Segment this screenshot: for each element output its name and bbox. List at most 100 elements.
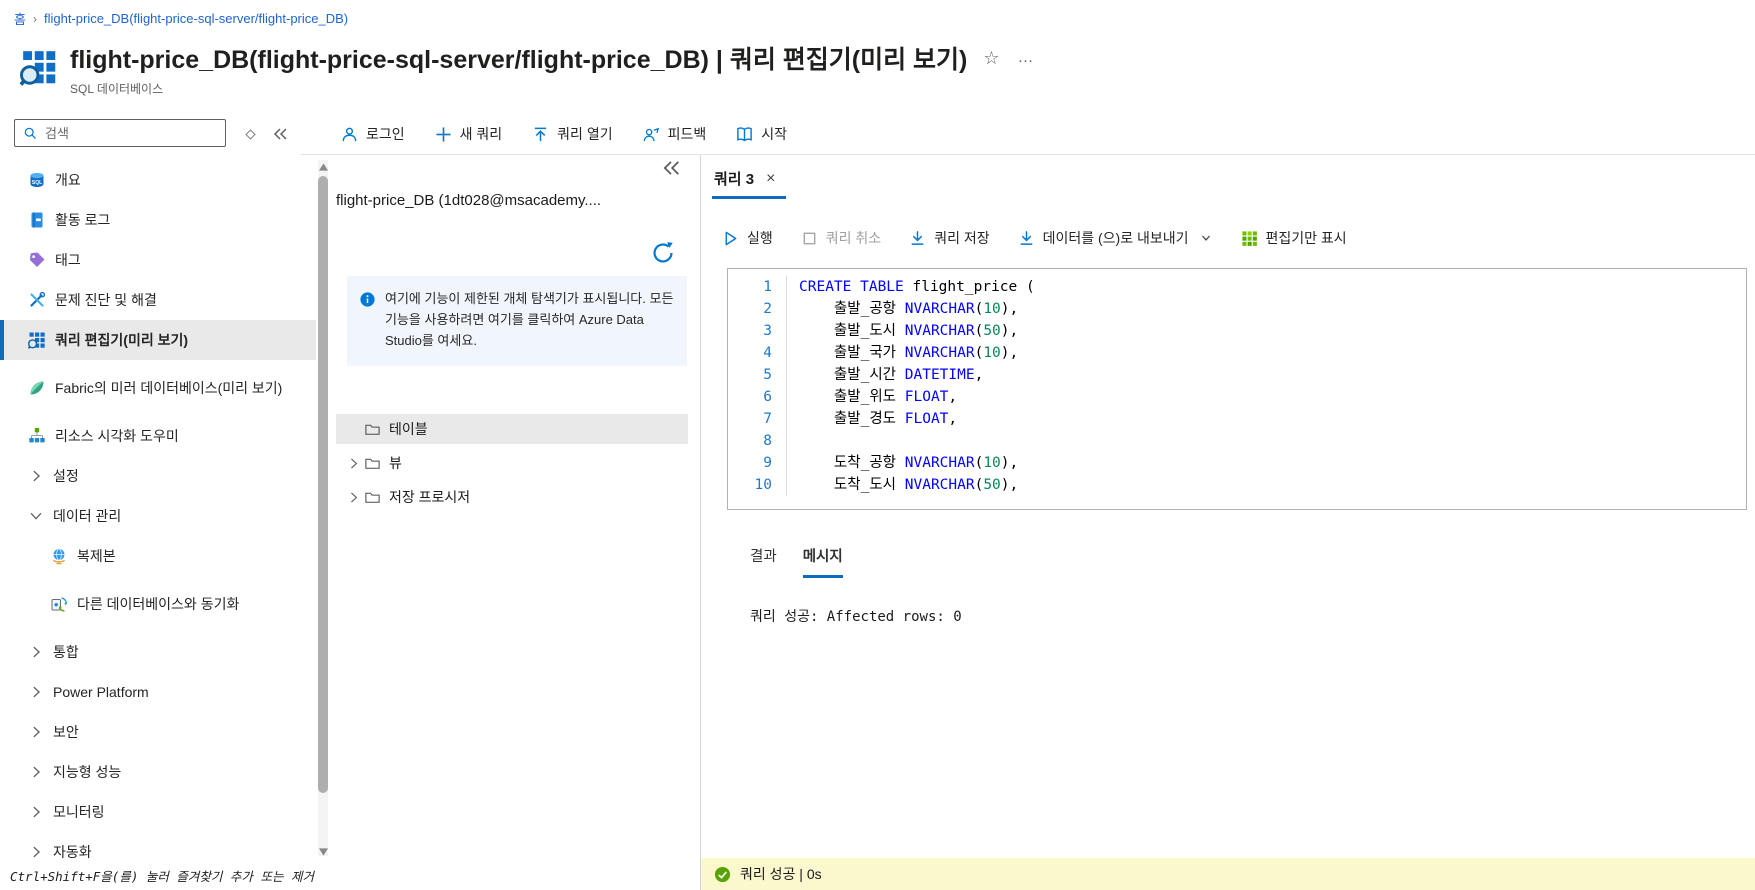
sidebar-item[interactable]: 데이터 관리 xyxy=(0,496,316,536)
sidebar-item-label: 보안 xyxy=(53,723,79,740)
sidebar-item[interactable]: 태그 xyxy=(0,240,316,280)
sidebar-item-query-editor[interactable]: 쿼리 편집기(미리 보기) xyxy=(0,320,316,360)
favorite-star-icon[interactable]: ☆ xyxy=(983,48,999,69)
chevron-right-icon xyxy=(28,468,44,484)
query-result-message: 쿼리 성공: Affected rows: 0 xyxy=(750,609,962,625)
code-line: 2 출발_공항 NVARCHAR(10), xyxy=(728,298,1746,320)
sidebar-item[interactable]: 통합 xyxy=(0,632,316,672)
breadcrumb-home-link[interactable]: 홈 xyxy=(14,9,26,28)
query-status-bar: 쿼리 성공 | 0s xyxy=(701,858,1755,890)
sql-query-editor-icon xyxy=(20,48,58,86)
chevron-right-icon xyxy=(346,456,361,471)
sql-code-editor[interactable]: 1 CREATE TABLE flight_price (2 출발_공항 NVAR… xyxy=(727,268,1747,510)
query-tab-label: 쿼리 3 xyxy=(714,171,755,188)
explorer-info-text: 여기에 기능이 제한된 개체 탐색기가 표시됩니다. 모든 기능을 사용하려면 … xyxy=(385,291,674,348)
tree-chevron-spacer xyxy=(346,422,361,437)
folder-icon xyxy=(364,421,381,438)
sidebar-item[interactable]: SQL 개요 xyxy=(0,160,316,200)
close-icon[interactable]: × xyxy=(766,170,775,188)
resource-visualizer-icon xyxy=(28,427,46,445)
chevron-right-icon xyxy=(346,490,361,505)
sidebar-item[interactable]: 다른 데이터베이스와 동기화 xyxy=(0,576,316,632)
save-query-button-label: 쿼리 저장 xyxy=(934,230,990,246)
line-number: 6 xyxy=(763,389,772,405)
tab-messages[interactable]: 메시지 xyxy=(802,545,843,578)
command-bar: 로그인 새 쿼리 쿼리 열기 피드백 시작 xyxy=(341,118,787,150)
code-content: 도착_도시 NVARCHAR(50), xyxy=(786,474,1746,496)
query-toolbar: 실행 쿼리 취소 쿼리 저장 데이터를 (으)로 내보내기 편집기만 표시 xyxy=(722,224,1347,252)
page-subtitle: SQL 데이터베이스 xyxy=(70,82,164,96)
resource-menu: SQL 개요활동 로그태그 문제 진단 및 해결 쿼리 편집기(미리 보기) Fabri… xyxy=(0,160,316,860)
page-title: flight-price_DB(flight-price-sql-server/… xyxy=(70,46,968,74)
feedback-icon xyxy=(643,126,660,143)
code-line: 9 도착_공항 NVARCHAR(10), xyxy=(728,452,1746,474)
sidebar-item[interactable]: 모니터링 xyxy=(0,792,316,832)
diamond-icon[interactable] xyxy=(243,127,258,142)
info-icon xyxy=(359,291,376,308)
scroll-up-icon[interactable] xyxy=(319,163,328,171)
sync-icon xyxy=(50,595,68,613)
sidebar-item[interactable]: 복제본 xyxy=(0,536,316,576)
line-number: 10 xyxy=(754,477,772,493)
sidebar-item[interactable]: Fabric의 미러 데이터베이스(미리 보기) xyxy=(0,360,316,416)
chevron-right-icon xyxy=(28,804,44,820)
sidebar-item-label: 활동 로그 xyxy=(55,211,111,228)
run-button[interactable]: 실행 xyxy=(722,228,773,248)
sidebar-item[interactable]: Power Platform xyxy=(0,672,316,712)
editor-only-button-label: 편집기만 표시 xyxy=(1265,230,1347,246)
query-editor-icon xyxy=(28,331,46,349)
play-icon xyxy=(722,230,739,247)
open-query-icon xyxy=(532,126,549,143)
export-data-button[interactable]: 데이터를 (으)로 내보내기 xyxy=(1018,228,1213,248)
sidebar-item[interactable]: 설정 xyxy=(0,456,316,496)
sidebar-item-label: 복제본 xyxy=(77,547,116,564)
sidebar-collapse-icon[interactable] xyxy=(271,125,289,143)
tree-item-stored-procedures[interactable]: 저장 프로시저 xyxy=(336,482,688,512)
feedback-button[interactable]: 피드백 xyxy=(643,124,707,144)
sidebar-item[interactable]: 리소스 시각화 도우미 xyxy=(0,416,316,456)
refresh-icon[interactable] xyxy=(650,240,676,266)
sidebar-item[interactable]: 활동 로그 xyxy=(0,200,316,240)
signin-button[interactable]: 로그인 xyxy=(341,124,405,144)
tag-icon xyxy=(28,251,46,269)
search-icon xyxy=(23,126,37,140)
tree-item-views[interactable]: 뷰 xyxy=(336,448,688,478)
start-button[interactable]: 시작 xyxy=(736,124,787,144)
code-line: 1 CREATE TABLE flight_price ( xyxy=(728,276,1746,298)
scroll-down-icon[interactable] xyxy=(319,848,328,856)
sidebar-item[interactable]: 지능형 성능 xyxy=(0,752,316,792)
editor-grid-icon xyxy=(1241,230,1258,247)
code-line: 5 출발_시간 DATETIME, xyxy=(728,364,1746,386)
open-query-button[interactable]: 쿼리 열기 xyxy=(532,124,613,144)
chevron-down-icon xyxy=(28,508,44,524)
explorer-collapse-icon[interactable] xyxy=(660,157,682,179)
editor-only-button[interactable]: 편집기만 표시 xyxy=(1241,228,1347,248)
sidebar-item-label: 데이터 관리 xyxy=(53,507,122,524)
code-content: 출발_경도 FLOAT, xyxy=(786,408,1746,430)
sidebar-item-label: Power Platform xyxy=(53,683,149,700)
feedback-button-label: 피드백 xyxy=(667,126,707,142)
sidebar-item-label: 설정 xyxy=(53,467,79,484)
object-explorer-tree: 테이블뷰저장 프로시저 xyxy=(336,414,688,516)
query-tab[interactable]: 쿼리 3 × xyxy=(714,168,775,189)
sidebar-item[interactable]: 자동화 xyxy=(0,832,316,860)
chevron-right-icon xyxy=(28,764,44,780)
folder-icon xyxy=(364,455,381,472)
search-input[interactable] xyxy=(43,124,217,142)
sidebar-scrollbar-thumb[interactable] xyxy=(318,176,328,793)
sidebar-item[interactable]: 보안 xyxy=(0,712,316,752)
line-number: 1 xyxy=(763,279,772,295)
cancel-query-button[interactable]: 쿼리 취소 xyxy=(801,228,881,248)
sidebar-item[interactable]: 문제 진단 및 해결 xyxy=(0,280,316,320)
breadcrumb-current-link[interactable]: flight-price_DB(flight-price-sql-server/… xyxy=(44,11,348,26)
save-query-button[interactable]: 쿼리 저장 xyxy=(909,228,990,248)
stop-icon xyxy=(801,230,818,247)
more-options-icon[interactable]: … xyxy=(1018,49,1035,67)
explorer-database-title: flight-price_DB (1dt028@msacademy.... xyxy=(336,192,602,209)
new-query-button[interactable]: 새 쿼리 xyxy=(435,124,502,144)
sidebar-item-label: 모니터링 xyxy=(53,803,105,820)
code-content: 출발_시간 DATETIME, xyxy=(786,364,1746,386)
tab-results[interactable]: 결과 xyxy=(750,545,777,578)
code-line: 6 출발_위도 FLOAT, xyxy=(728,386,1746,408)
tree-item-tables[interactable]: 테이블 xyxy=(336,414,688,444)
